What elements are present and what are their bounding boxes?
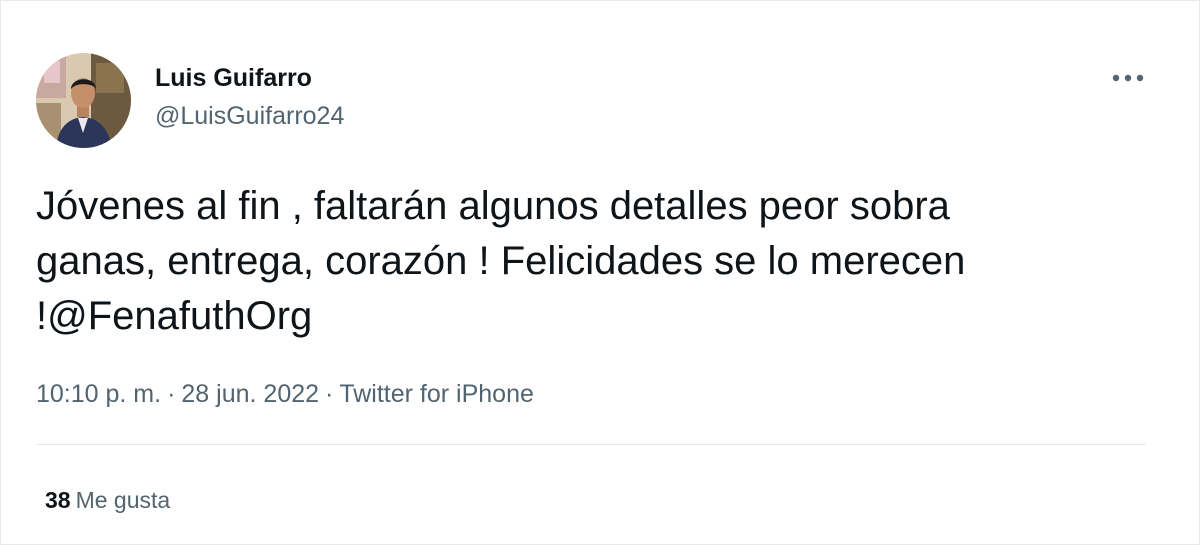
tweet-text-line: !@FenafuthOrg (36, 294, 313, 338)
tweet-text-line: Jóvenes al fin , faltarán algunos detall… (36, 184, 950, 228)
tweet-text-line: ganas, entrega, corazón ! Felicidades se… (36, 239, 966, 283)
tweet-metadata: 10:10 p. m. · 28 jun. 2022 · Twitter for iPh… (36, 378, 534, 410)
likes-link[interactable]: 38 Me gusta (45, 485, 170, 515)
meta-separator: · (167, 380, 176, 408)
tweet-date[interactable]: 28 jun. 2022 (181, 380, 319, 408)
more-options-button[interactable] (1105, 61, 1151, 95)
tweet-time[interactable]: 10:10 p. m. (36, 380, 161, 408)
author-name[interactable]: Luis Guifarro (155, 63, 312, 93)
ellipsis-icon (1112, 74, 1144, 82)
profile-photo-icon (36, 53, 131, 148)
divider (36, 444, 1146, 445)
author-avatar[interactable] (36, 53, 131, 148)
author-handle[interactable]: @LuisGuifarro24 (155, 101, 344, 131)
meta-separator: · (325, 380, 334, 408)
likes-label: Me gusta (75, 487, 171, 513)
tweet-source[interactable]: Twitter for iPhone (339, 380, 534, 408)
tweet-card: Luis Guifarro @LuisGuifarro24 Jóvenes al… (0, 0, 1200, 545)
tweet-text: Jóvenes al fin , faltarán algunos detall… (36, 179, 1146, 344)
likes-count: 38 (45, 487, 71, 513)
